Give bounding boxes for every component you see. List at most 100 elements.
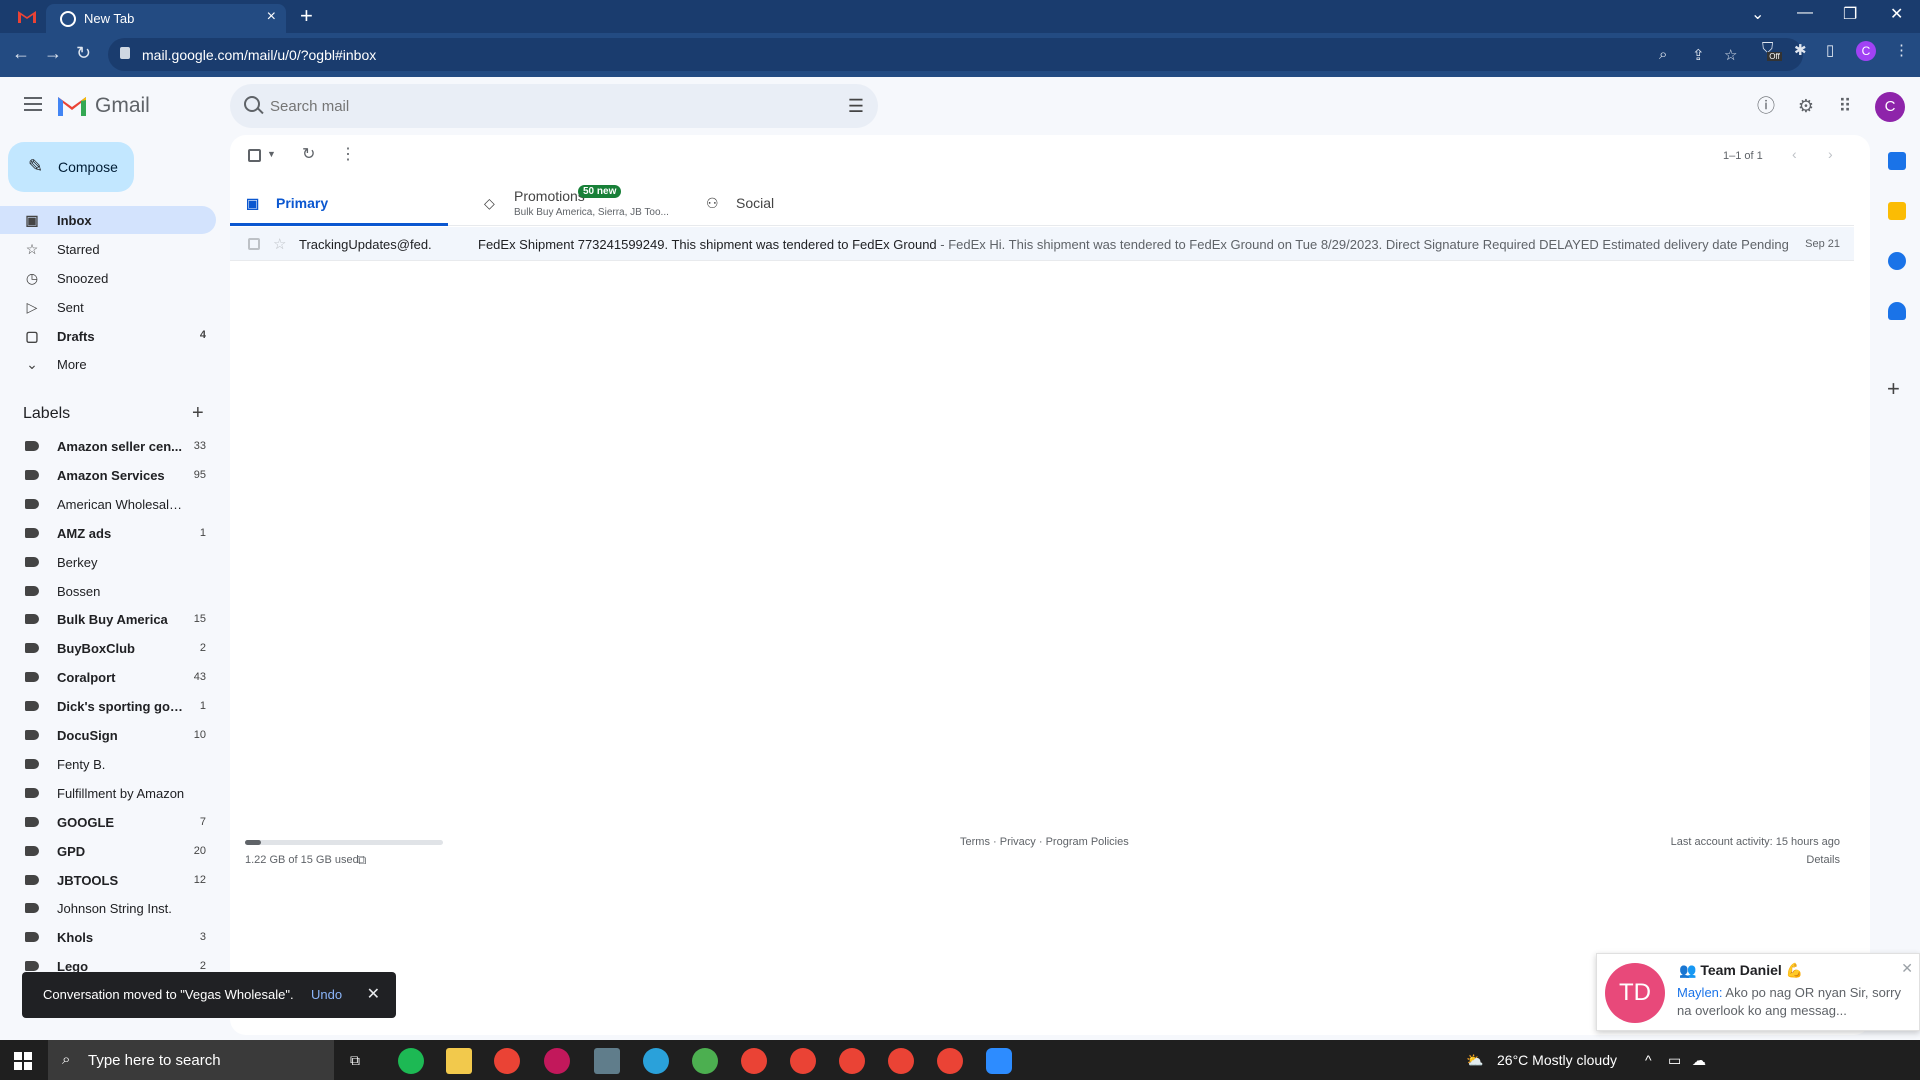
sidebar-item-more[interactable]: ⌄ More <box>0 350 216 378</box>
search-bar[interactable]: ☰ <box>230 84 878 128</box>
sidebar-label-item[interactable]: Amazon Services 95 <box>0 462 216 488</box>
select-dropdown-icon[interactable]: ▼ <box>267 149 276 159</box>
browser-menu-icon[interactable]: ⋮ <box>1894 41 1909 59</box>
sidebar-label-item[interactable]: American Wholesalers <box>0 491 216 517</box>
chrome-icon[interactable] <box>494 1048 520 1074</box>
contacts-icon[interactable] <box>1888 302 1906 320</box>
close-tab-icon[interactable]: × <box>267 8 276 26</box>
calculator-icon[interactable] <box>594 1048 620 1074</box>
sidebar-item-inbox[interactable]: ▣ Inbox <box>0 206 216 234</box>
google-apps-icon[interactable]: ⠿ <box>1835 96 1855 116</box>
search-icon[interactable] <box>244 96 260 112</box>
close-icon[interactable]: ✕ <box>367 984 380 1004</box>
program-policies-link[interactable]: Program Policies <box>1046 836 1129 848</box>
spotify-icon[interactable] <box>398 1048 424 1074</box>
messenger-icon[interactable] <box>544 1048 570 1074</box>
chrome-profile-icon[interactable] <box>839 1048 865 1074</box>
search-input[interactable] <box>270 94 810 118</box>
sidebar-label-item[interactable]: Johnson String Inst. <box>0 895 216 921</box>
tab-primary[interactable]: ▣ Primary <box>230 180 448 226</box>
gmail-logo-icon[interactable] <box>58 94 86 116</box>
help-icon[interactable]: ⓘ <box>1756 96 1776 116</box>
task-view-icon[interactable]: ⧉ <box>350 1052 360 1069</box>
side-panel-icon[interactable]: ▯ <box>1826 41 1834 59</box>
back-icon[interactable]: ← <box>12 43 30 64</box>
restore-button[interactable]: ❐ <box>1843 4 1857 24</box>
windows-start-icon[interactable] <box>14 1052 32 1070</box>
chrome-profile-icon[interactable] <box>888 1048 914 1074</box>
sidebar-item-starred[interactable]: ☆ Starred <box>0 235 216 263</box>
star-icon[interactable]: ☆ <box>273 235 286 253</box>
sidebar-label-item[interactable]: BuyBoxClub 2 <box>0 635 216 661</box>
bookmark-star-icon[interactable]: ☆ <box>1724 46 1737 64</box>
calendar-icon[interactable] <box>1888 152 1906 170</box>
tab-search-icon[interactable]: ⌄ <box>1751 4 1764 24</box>
zoom-icon[interactable]: ⌕ <box>1659 46 1667 63</box>
row-checkbox[interactable] <box>248 238 260 250</box>
sidebar-item-snoozed[interactable]: ◷ Snoozed <box>0 264 216 292</box>
tray-chevron-icon[interactable]: ^ <box>1645 1052 1652 1068</box>
lock-icon[interactable] <box>120 47 130 59</box>
address-bar[interactable]: mail.google.com/mail/u/0/?ogbl#inbox ⌕ ⇪… <box>108 38 1803 71</box>
select-all-checkbox[interactable] <box>248 149 261 162</box>
newer-page-icon[interactable]: ‹ <box>1792 146 1797 162</box>
gmail-favicon-icon[interactable] <box>18 8 36 24</box>
sidebar-item-drafts[interactable]: ▢ Drafts 4 <box>0 322 216 350</box>
create-label-icon[interactable]: + <box>192 402 204 425</box>
details-link[interactable]: Details <box>1671 854 1840 866</box>
sidebar-label-item[interactable]: Fenty B. <box>0 751 216 777</box>
tasks-icon[interactable] <box>1888 252 1906 270</box>
close-window-button[interactable]: ✕ <box>1890 4 1903 24</box>
sidebar-label-item[interactable]: GPD 20 <box>0 838 216 864</box>
browser-profile-avatar[interactable]: C <box>1856 41 1876 61</box>
settings-gear-icon[interactable]: ⚙ <box>1796 96 1816 116</box>
table-row[interactable]: ☆ TrackingUpdates@fed. FedEx Shipment 77… <box>230 227 1854 261</box>
sidebar-label-item[interactable]: DocuSign 10 <box>0 722 216 748</box>
older-page-icon[interactable]: › <box>1828 146 1833 162</box>
utorrent-icon[interactable] <box>692 1048 718 1074</box>
sidebar-label-item[interactable]: Coralport 43 <box>0 664 216 690</box>
sidebar-label-item[interactable]: Bulk Buy America 15 <box>0 606 216 632</box>
tab-promotions[interactable]: ◇ Promotions <box>468 180 678 226</box>
sidebar-label-item[interactable]: Fulfillment by Amazon <box>0 780 216 806</box>
close-icon[interactable]: ✕ <box>1901 960 1913 977</box>
refresh-icon[interactable]: ↻ <box>302 144 315 164</box>
compose-button[interactable]: ✎ Compose <box>8 142 134 192</box>
sidebar-label-item[interactable]: GOOGLE 7 <box>0 809 216 835</box>
chrome-profile-icon[interactable] <box>741 1048 767 1074</box>
search-options-icon[interactable]: ☰ <box>848 96 864 117</box>
account-avatar[interactable]: C <box>1875 92 1905 122</box>
privacy-link[interactable]: Privacy <box>1000 836 1036 848</box>
more-options-icon[interactable]: ⋮ <box>340 144 356 164</box>
sidebar-item-sent[interactable]: ▷ Sent <box>0 293 216 321</box>
weather-icon[interactable]: ⛅ <box>1466 1052 1483 1069</box>
sidebar-label-item[interactable]: AMZ ads 1 <box>0 520 216 546</box>
telegram-icon[interactable] <box>643 1048 669 1074</box>
meet-now-icon[interactable]: ▭ <box>1668 1052 1681 1069</box>
taskbar-search[interactable]: ⌕ Type here to search <box>48 1040 334 1080</box>
browser-tab[interactable]: New Tab × <box>46 4 286 33</box>
sidebar-label-item[interactable]: Dick's sporting goo... 1 <box>0 693 216 719</box>
sidebar-label-item[interactable]: Amazon seller cen... 33 <box>0 433 216 459</box>
onedrive-icon[interactable]: ☁ <box>1692 1052 1706 1069</box>
tab-social[interactable]: ⚇ Social <box>690 180 890 226</box>
minimize-button[interactable]: — <box>1797 4 1813 22</box>
terms-link[interactable]: Terms <box>960 836 990 848</box>
weather-text[interactable]: 26°C Mostly cloudy <box>1497 1052 1617 1068</box>
sidebar-label-item[interactable]: JBTOOLS 12 <box>0 867 216 893</box>
file-explorer-icon[interactable] <box>446 1048 472 1074</box>
undo-button[interactable]: Undo <box>311 987 342 1002</box>
sidebar-label-item[interactable]: Bossen <box>0 578 216 604</box>
chrome-profile-icon[interactable] <box>937 1048 963 1074</box>
get-addons-icon[interactable]: + <box>1887 376 1900 402</box>
reload-icon[interactable]: ↻ <box>76 43 91 64</box>
chrome-profile-icon[interactable] <box>790 1048 816 1074</box>
open-external-icon[interactable]: ⧉ <box>357 852 366 868</box>
sidebar-label-item[interactable]: Khols 3 <box>0 924 216 950</box>
new-tab-button[interactable]: + <box>300 3 313 29</box>
sidebar-label-item[interactable]: Berkey <box>0 549 216 575</box>
keep-icon[interactable] <box>1888 202 1906 220</box>
main-menu-icon[interactable] <box>24 97 42 111</box>
forward-icon[interactable]: → <box>44 43 62 64</box>
zoom-app-icon[interactable] <box>986 1048 1012 1074</box>
